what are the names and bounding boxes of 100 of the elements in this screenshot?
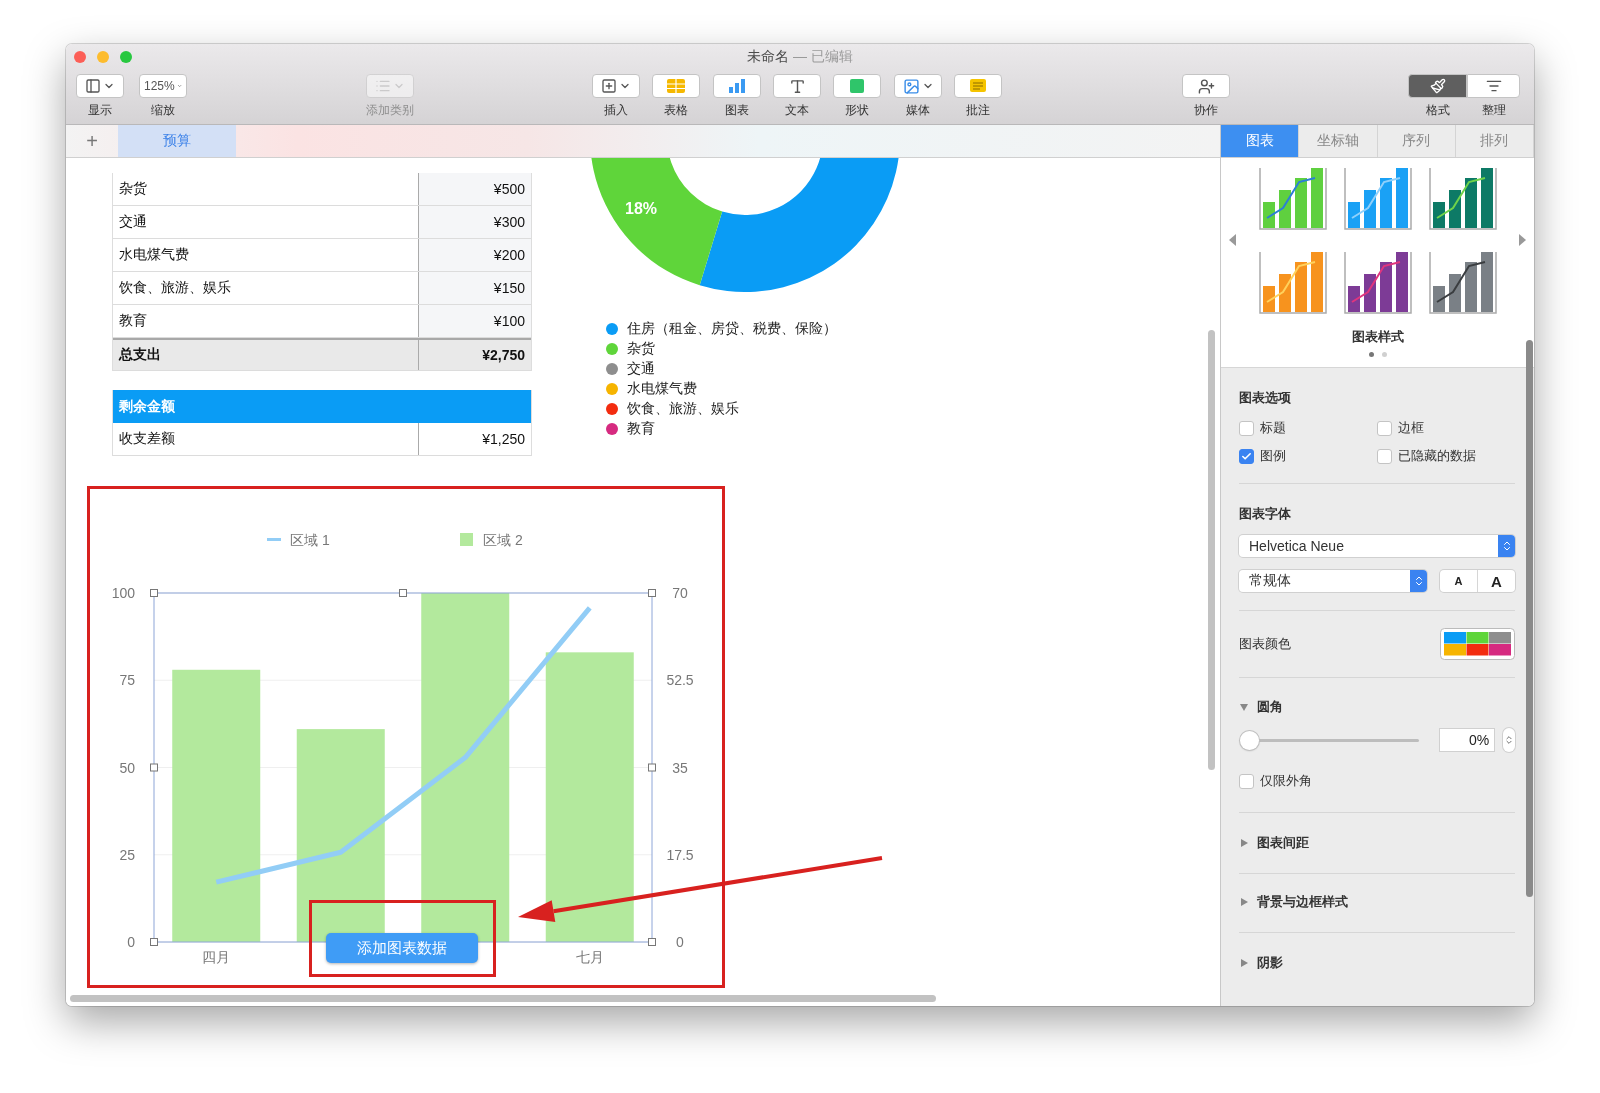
checkbox[interactable] bbox=[1239, 773, 1254, 789]
scrollbar[interactable] bbox=[1526, 340, 1533, 897]
axis-tick-label: 52.5 bbox=[666, 672, 694, 689]
toolbar-button[interactable] bbox=[1467, 74, 1520, 98]
toolbar-button[interactable] bbox=[1408, 74, 1467, 98]
checkbox[interactable] bbox=[1239, 420, 1254, 436]
view-icon bbox=[85, 78, 101, 94]
image-icon bbox=[902, 77, 920, 95]
toolbar-label: 缩放 bbox=[151, 102, 175, 119]
legend-label: 水电煤气费 bbox=[627, 380, 697, 398]
note-icon bbox=[968, 78, 988, 94]
close-button[interactable] bbox=[74, 51, 86, 63]
toolbar-label: 显示 bbox=[88, 102, 112, 119]
font-style-select[interactable]: 常规体 bbox=[1239, 570, 1427, 592]
chart-style-thumbnail[interactable] bbox=[1428, 250, 1497, 314]
toolbar-label: 协作 bbox=[1194, 102, 1218, 119]
font-size-button[interactable]: A bbox=[1477, 570, 1515, 592]
toolbar-button[interactable]: 125% bbox=[139, 74, 187, 98]
stepper[interactable] bbox=[1503, 728, 1515, 752]
chart-style-thumbnail[interactable] bbox=[1258, 166, 1327, 230]
legend-label: 教育 bbox=[627, 420, 655, 438]
toolbar-button[interactable] bbox=[76, 74, 124, 98]
up-down-icon bbox=[1504, 735, 1515, 745]
toolbar-label: 插入 bbox=[604, 102, 628, 119]
disclosure-triangle-icon[interactable] bbox=[1239, 958, 1249, 968]
previous-arrow-icon[interactable] bbox=[1229, 234, 1237, 246]
checkbox-label: 仅限外角 bbox=[1260, 772, 1312, 790]
checkbox[interactable] bbox=[1377, 448, 1392, 464]
toolbar-button[interactable] bbox=[1182, 74, 1230, 98]
toolbar-label: 添加类别 bbox=[366, 102, 414, 119]
chart-style-thumbnail[interactable] bbox=[1428, 166, 1497, 230]
table-cell: 总支出 bbox=[113, 340, 419, 370]
zoom-button[interactable] bbox=[120, 51, 132, 63]
legend-label: 区域 1 bbox=[290, 532, 330, 548]
scrollbar[interactable] bbox=[1208, 330, 1215, 770]
square-icon bbox=[849, 78, 865, 94]
slider-thumb[interactable] bbox=[1240, 730, 1259, 750]
checkbox-label: 标题 bbox=[1260, 419, 1286, 437]
toolbar-button[interactable] bbox=[592, 74, 640, 98]
edited-status: — 已编辑 bbox=[793, 48, 853, 66]
toolbar-label: 文本 bbox=[785, 102, 809, 119]
section-title: 图表选项 bbox=[1239, 390, 1292, 406]
page-dot[interactable] bbox=[1368, 352, 1374, 357]
chart-style-thumbnail[interactable] bbox=[1258, 250, 1327, 314]
chart-style-thumbnail[interactable] bbox=[1343, 166, 1412, 230]
axis-tick-label: 七月 bbox=[575, 949, 604, 965]
section-title[interactable]: 背景与边框样式 bbox=[1257, 894, 1348, 910]
text-icon bbox=[788, 77, 806, 95]
color-palette-button[interactable] bbox=[1440, 628, 1515, 660]
toolbar-label: 格式 bbox=[1425, 102, 1450, 119]
window-title: 未命名 bbox=[747, 48, 790, 66]
filter-icon bbox=[1485, 78, 1502, 94]
axis-tick-label: 25 bbox=[119, 846, 135, 863]
section-title[interactable]: 图表间距 bbox=[1257, 835, 1309, 851]
toolbar-label: 媒体 bbox=[906, 102, 930, 119]
table-cell: 收支差额 bbox=[113, 423, 419, 455]
axis-tick-label: 17.5 bbox=[666, 846, 694, 863]
checkbox-label: 图例 bbox=[1260, 447, 1286, 465]
check-icon bbox=[1241, 450, 1252, 462]
add-sheet-button[interactable]: + bbox=[66, 125, 118, 157]
axis-tick-label: 35 bbox=[672, 759, 688, 776]
scrollbar[interactable] bbox=[70, 995, 936, 1002]
axis-tick-label: 0 bbox=[676, 934, 684, 950]
disclosure-triangle-icon[interactable] bbox=[1239, 838, 1249, 848]
section-title[interactable]: 阴影 bbox=[1257, 955, 1283, 971]
toolbar-label: 表格 bbox=[664, 102, 688, 119]
checkbox[interactable] bbox=[1239, 448, 1254, 464]
section-caption: 图表样式 bbox=[1351, 328, 1404, 346]
page-dot[interactable] bbox=[1381, 352, 1387, 357]
legend-label: 交通 bbox=[627, 360, 655, 378]
toolbar-label: 图表 bbox=[725, 102, 749, 119]
insert-icon bbox=[601, 78, 617, 94]
chart-style-thumbnail[interactable] bbox=[1343, 250, 1412, 314]
legend-label: 住房（租金、房贷、税费、保险） bbox=[627, 320, 837, 338]
next-arrow-icon[interactable] bbox=[1518, 234, 1526, 246]
checkbox-label: 已隐藏的数据 bbox=[1398, 447, 1476, 465]
table-cell: ¥150 bbox=[419, 272, 531, 304]
axis-tick-label: 四月 bbox=[202, 949, 231, 965]
toolbar-button[interactable] bbox=[894, 74, 942, 98]
axis-tick-label: 70 bbox=[672, 585, 688, 601]
toolbar-button[interactable] bbox=[773, 74, 821, 98]
percent-label: 18% bbox=[625, 200, 657, 217]
font-family-select[interactable]: Helvetica Neue bbox=[1239, 535, 1515, 557]
table-cell: ¥200 bbox=[419, 239, 531, 271]
section-title: 图表字体 bbox=[1239, 506, 1292, 522]
legend-label: 区域 2 bbox=[483, 532, 523, 548]
disclosure-triangle-icon[interactable] bbox=[1239, 897, 1249, 907]
corner-slider[interactable] bbox=[1240, 729, 1419, 751]
axis-tick-label: 0 bbox=[127, 934, 135, 950]
disclosure-triangle-icon[interactable] bbox=[1239, 702, 1249, 712]
axis-tick-label: 50 bbox=[119, 759, 135, 776]
font-size-button[interactable]: A bbox=[1440, 570, 1477, 592]
checkbox-label: 边框 bbox=[1398, 419, 1424, 437]
legend-label: 杂货 bbox=[627, 340, 655, 358]
section-title: 图表颜色 bbox=[1239, 635, 1291, 653]
checkbox[interactable] bbox=[1377, 420, 1392, 436]
table-cell: ¥500 bbox=[419, 173, 531, 205]
toolbar-label: 形状 bbox=[845, 102, 869, 119]
list-icon bbox=[375, 78, 391, 94]
percent-field[interactable]: 0% bbox=[1439, 728, 1496, 752]
